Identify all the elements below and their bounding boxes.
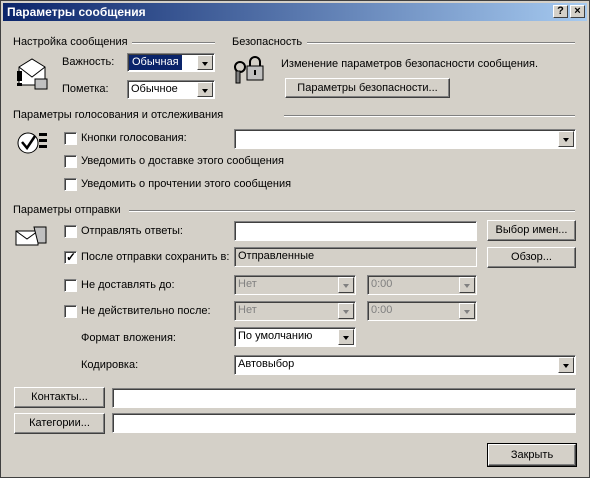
sensitivity-dropdown[interactable]: Обычное (127, 80, 215, 99)
categories-button[interactable]: Категории... (14, 413, 105, 434)
reply-to-field[interactable] (234, 221, 477, 241)
no-deliver-date-value: Нет (238, 278, 257, 290)
importance-value: Обычная (129, 55, 182, 70)
no-deliver-time-dropdown[interactable]: 0:00 (367, 275, 477, 295)
chevron-down-icon[interactable] (338, 329, 354, 345)
contacts-button[interactable]: Контакты... (14, 387, 105, 408)
select-names-button[interactable]: Выбор имен... (487, 220, 576, 241)
attachment-format-value: По умолчанию (238, 330, 313, 342)
expires-date-value: Нет (238, 304, 257, 316)
security-description: Изменение параметров безопасности сообще… (281, 58, 539, 70)
voting-buttons-checkbox[interactable] (64, 132, 77, 145)
divider (284, 115, 575, 117)
voting-icon (17, 132, 47, 154)
reply-to-label: Отправлять ответы: (81, 225, 183, 237)
chevron-down-icon[interactable] (197, 82, 213, 97)
security-settings-button[interactable]: Параметры безопасности... (285, 78, 450, 98)
message-options-dialog: Параметры сообщения ? × Настройка сообще… (0, 0, 590, 478)
close-button[interactable]: Закрыть (487, 443, 577, 467)
delivery-icon (15, 226, 47, 246)
chevron-down-icon[interactable] (459, 277, 475, 293)
chevron-down-icon[interactable] (459, 303, 475, 319)
encoding-dropdown[interactable]: Автовыбор (234, 355, 576, 375)
expires-label: Не действительно после: (81, 305, 211, 317)
divider (132, 42, 215, 44)
message-settings-icon (17, 58, 48, 90)
chevron-down-icon[interactable] (338, 303, 354, 319)
no-deliver-checkbox[interactable] (64, 279, 77, 292)
attachment-format-label: Формат вложения: (81, 332, 176, 344)
expires-time-dropdown[interactable]: 0:00 (367, 301, 477, 321)
voting-group-label: Параметры голосования и отслеживания (13, 109, 224, 121)
no-deliver-label: Не доставлять до: (81, 279, 175, 291)
attachment-format-dropdown[interactable]: По умолчанию (234, 327, 356, 347)
save-sent-folder-field[interactable]: Отправленные (234, 247, 477, 267)
security-group-label: Безопасность (232, 36, 303, 48)
expires-checkbox[interactable] (64, 305, 77, 318)
read-receipt-label: Уведомить о прочтении этого сообщения (81, 178, 292, 190)
security-lock-icon (234, 56, 264, 84)
reply-to-checkbox[interactable] (64, 225, 77, 238)
read-receipt-checkbox[interactable] (64, 178, 77, 191)
browse-button[interactable]: Обзор... (487, 247, 576, 268)
importance-label: Важность: (62, 56, 115, 68)
delivery-receipt-label: Уведомить о доставке этого сообщения (81, 155, 284, 167)
chevron-down-icon[interactable] (197, 55, 213, 70)
chevron-down-icon[interactable] (558, 131, 574, 147)
divider (129, 210, 575, 212)
expires-time-value: 0:00 (371, 304, 393, 316)
sensitivity-value: Обычное (131, 83, 178, 95)
save-sent-label: После отправки сохранить в: (81, 251, 230, 263)
encoding-value: Автовыбор (238, 358, 295, 370)
encoding-label: Кодировка: (81, 359, 139, 371)
sensitivity-label: Пометка: (62, 83, 109, 95)
voting-buttons-label: Кнопки голосования: (81, 132, 187, 144)
voting-buttons-dropdown[interactable] (234, 129, 576, 149)
divider (307, 42, 575, 44)
close-window-button[interactable]: × (570, 5, 585, 18)
chevron-down-icon[interactable] (338, 277, 354, 293)
help-button[interactable]: ? (553, 5, 568, 18)
delivery-receipt-checkbox[interactable] (64, 155, 77, 168)
importance-dropdown[interactable]: Обычная (127, 53, 215, 72)
window-title: Параметры сообщения (7, 5, 146, 19)
categories-field[interactable] (112, 413, 576, 433)
contacts-field[interactable] (112, 388, 576, 408)
title-bar[interactable]: Параметры сообщения ? × (3, 3, 587, 21)
no-deliver-date-dropdown[interactable]: Нет (234, 275, 356, 295)
message-settings-group-label: Настройка сообщения (13, 36, 128, 48)
expires-date-dropdown[interactable]: Нет (234, 301, 356, 321)
chevron-down-icon[interactable] (558, 357, 574, 373)
save-sent-checkbox[interactable] (64, 250, 77, 264)
no-deliver-time-value: 0:00 (371, 278, 393, 290)
delivery-group-label: Параметры отправки (13, 204, 121, 216)
